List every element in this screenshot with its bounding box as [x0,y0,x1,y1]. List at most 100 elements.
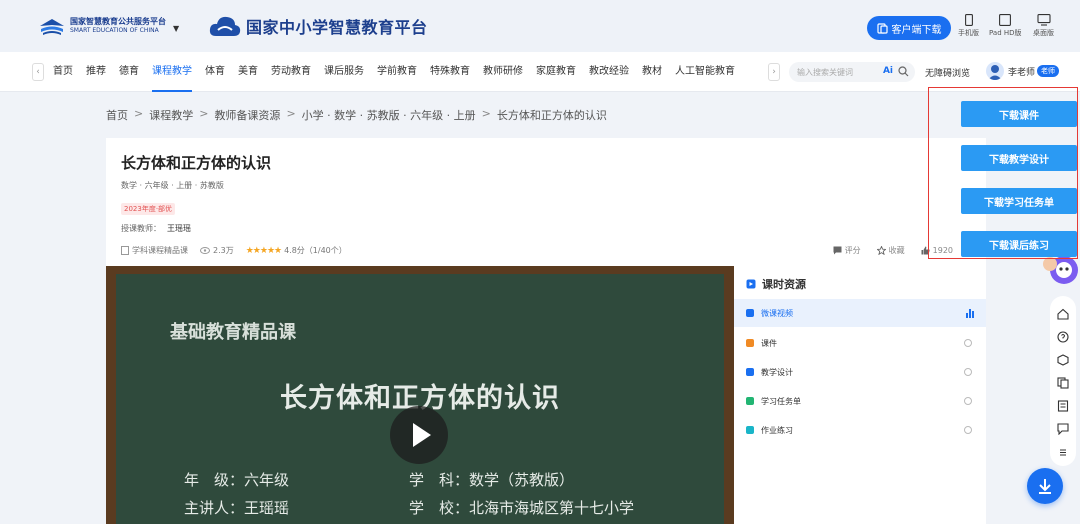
resource-label: 课件 [761,338,777,348]
user-role-badge: 老师 [1037,65,1060,77]
view-count-value: 2.3万 [213,246,234,255]
nav-item-family-ed[interactable]: 家庭教育 [536,52,576,92]
home-icon[interactable] [1057,308,1069,320]
resource-item-teaching-design[interactable]: 教学设计 [734,358,986,386]
video-player[interactable]: 基础教育精品课 长方体和正方体的认识 年 级：六年级 学 科：数学（苏教版） 主… [106,266,734,524]
device-label: 桌面版 [1033,29,1054,37]
download-teaching-design-button[interactable]: 下载教学设计 [961,145,1077,171]
client-download-label: 客户端下载 [891,24,942,36]
user-menu[interactable]: 李老师 老师 [986,62,1060,80]
rating: ★★★★★ 4.8分（1/40个） [246,245,347,256]
nav-scroll-right-icon[interactable]: › [768,63,780,81]
status-circle-icon [964,339,972,347]
video-icon [746,309,754,317]
breadcrumb-item[interactable]: 教师备课资源 [214,107,280,123]
teacher-name: 王瑶瑶 [167,224,191,233]
nav-item-labor[interactable]: 劳动教育 [271,52,311,92]
award-badge: 2023年度·部优 [121,203,176,215]
favorite-button[interactable]: 收藏 [876,245,905,256]
nav-item-reform[interactable]: 教改经验 [589,52,629,92]
video-lecturer: 主讲人：王瑶瑶 [184,499,290,517]
nav-item-after-school[interactable]: 课后服务 [324,52,364,92]
breadcrumb-current: 长方体和正方体的认识 [496,109,607,122]
nav-item-pe[interactable]: 体育 [205,52,225,92]
platform-switch-chevron-icon[interactable]: ▼ [173,24,179,33]
breadcrumb-item[interactable]: 课程教学 [149,107,193,123]
accessibility-link[interactable]: 无障碍浏览 [925,66,970,79]
nav-item-teacher-training[interactable]: 教师研修 [483,52,523,92]
rate-label: 评分 [844,246,861,255]
pad-version-link[interactable]: Pad HD版 [989,14,1022,38]
nav-scroll-left-icon[interactable]: ‹ [32,63,44,81]
status-circle-icon [964,368,972,376]
help-icon[interactable] [1057,331,1069,343]
resource-label: 作业练习 [761,425,793,435]
device-label: 手机版 [958,29,979,37]
lesson-stats: 学科课程精品课 2.3万 ★★★★★ 4.8分（1/40个） [121,245,359,256]
download-task-sheet-button[interactable]: 下载学习任务单 [961,188,1077,214]
cube-icon[interactable] [1057,354,1069,366]
status-circle-icon [964,397,972,405]
breadcrumb-separator-icon: > [134,107,144,120]
resource-item-homework[interactable]: 作业练习 [734,416,986,444]
avatar [986,62,1004,80]
nav-item-arts[interactable]: 美育 [238,52,258,92]
nav-item-preschool[interactable]: 学前教育 [377,52,417,92]
message-icon[interactable] [1057,423,1069,435]
video-heading: 基础教育精品课 [170,322,296,343]
breadcrumb-item[interactable]: 小学 · 数学 · 苏教版 · 六年级 · 上册 [302,107,476,123]
nav-item-recommend[interactable]: 推荐 [86,52,106,92]
slides-icon [746,339,754,347]
homework-icon [746,426,754,434]
favorite-label: 收藏 [888,246,905,255]
logo-english-name: SMART EDUCATION OF CHINA [70,27,159,34]
client-download-button[interactable]: 客户端下载 [867,16,951,40]
download-courseware-button[interactable]: 下载课件 [961,101,1077,127]
course-type-label: 学科课程精品课 [132,246,188,255]
resource-label: 学习任务单 [761,396,801,406]
ai-search-icon[interactable]: Ai [883,66,893,76]
mobile-version-link[interactable]: 手机版 [958,14,979,38]
teacher-info: 授课教师： 王瑶瑶 [121,223,191,234]
copy-icon[interactable] [1057,377,1069,389]
video-chalkboard-frame: 基础教育精品课 长方体和正方体的认识 年 级：六年级 学 科：数学（苏教版） 主… [116,274,724,524]
download-homework-button[interactable]: 下载课后练习 [961,231,1077,257]
platform-logo[interactable]: 国家中小学智慧教育平台 [208,12,428,40]
nav-item-courses[interactable]: 课程教学 [152,52,192,92]
device-label: Pad HD版 [989,29,1022,37]
status-circle-icon [964,426,972,434]
side-tool-rail [1050,296,1076,466]
cloud-logo-icon [209,16,241,36]
nav-items: 首页 推荐 德育 课程教学 体育 美育 劳动教育 课后服务 学前教育 特殊教育 … [53,52,748,92]
logo-chinese-name: 国家智慧教育公共服务平台 [70,17,166,26]
nav-item-ai-education[interactable]: 人工智能教育 [675,52,735,92]
top-header: 国家智慧教育公共服务平台 SMART EDUCATION OF CHINA ▼ … [0,0,1080,52]
resources-header: 课时资源 [746,276,806,292]
resource-label: 教学设计 [761,367,793,377]
breadcrumb-separator-icon: > [481,107,491,120]
desktop-version-link[interactable]: 桌面版 [1033,14,1054,38]
more-menu-icon[interactable] [1057,446,1069,458]
nav-item-moral[interactable]: 德育 [119,52,139,92]
resource-item-task-sheet[interactable]: 学习任务单 [734,387,986,415]
download-fab-icon[interactable] [1027,468,1063,504]
resource-item-micro-video[interactable]: 微课视频 [734,299,986,327]
star-rating-icon: ★★★★★ [245,245,282,256]
video-grade: 年 级：六年级 [184,471,290,489]
resource-item-courseware[interactable]: 课件 [734,329,986,357]
breadcrumb-item[interactable]: 首页 [106,107,128,123]
play-button-icon[interactable] [390,406,448,464]
search-input[interactable]: 输入搜索关键词 Ai [789,62,915,82]
search-icon[interactable] [898,66,909,77]
tablet-icon [999,14,1012,26]
smart-education-logo-icon [38,16,66,36]
breadcrumb-separator-icon: > [286,107,296,120]
smart-education-logo[interactable]: 国家智慧教育公共服务平台 SMART EDUCATION OF CHINA [38,16,166,36]
nav-item-special-ed[interactable]: 特殊教育 [430,52,470,92]
notes-icon[interactable] [1057,400,1069,412]
lesson-title: 长方体和正方体的认识 [121,154,272,172]
phone-icon [964,14,973,26]
rate-button[interactable]: 评分 [833,245,861,256]
nav-item-home[interactable]: 首页 [53,52,73,92]
nav-item-textbooks[interactable]: 教材 [642,52,662,92]
